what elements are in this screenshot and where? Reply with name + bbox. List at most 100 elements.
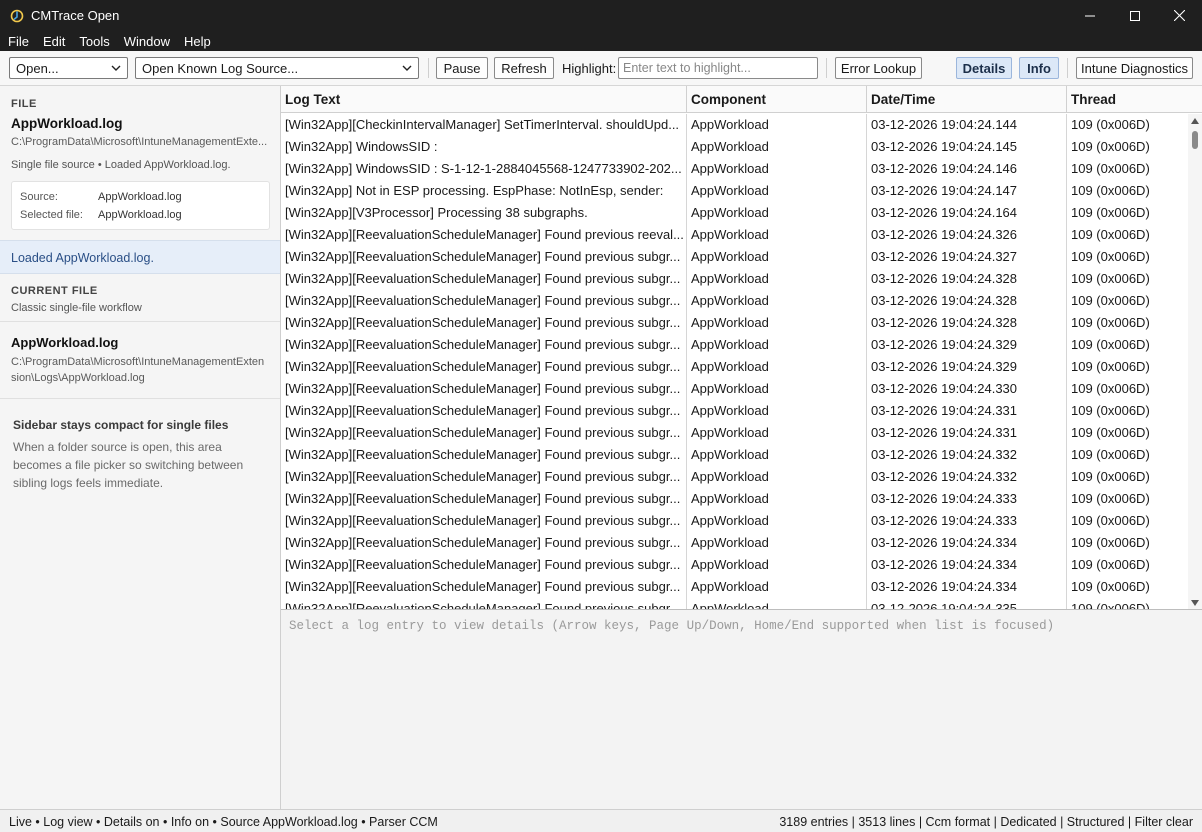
table-row[interactable]: [Win32App] Not in ESP processing. EspPha… xyxy=(281,180,1188,202)
close-icon xyxy=(1174,10,1185,21)
scroll-down-icon[interactable] xyxy=(1191,600,1199,606)
table-row[interactable]: [Win32App][ReevaluationScheduleManager] … xyxy=(281,466,1188,488)
table-row[interactable]: [Win32App][ReevaluationScheduleManager] … xyxy=(281,488,1188,510)
minimize-button[interactable] xyxy=(1067,0,1112,31)
sidebar: FILE AppWorkload.log C:\ProgramData\Micr… xyxy=(0,86,281,809)
datetime-cell: 03-12-2026 19:04:24.164 xyxy=(867,202,1067,224)
sidebar-tip-title: Sidebar stays compact for single files xyxy=(13,418,229,432)
datetime-cell: 03-12-2026 19:04:24.329 xyxy=(867,334,1067,356)
table-row[interactable]: [Win32App][ReevaluationScheduleManager] … xyxy=(281,598,1188,609)
component-cell: AppWorkload xyxy=(687,576,867,598)
datetime-cell: 03-12-2026 19:04:24.326 xyxy=(867,224,1067,246)
component-cell: AppWorkload xyxy=(687,488,867,510)
datetime-cell: 03-12-2026 19:04:24.328 xyxy=(867,312,1067,334)
current-file-path-line2: sion\Logs\AppWorkload.log xyxy=(11,372,145,384)
current-workflow-text: Classic single-file workflow xyxy=(11,302,142,314)
component-cell: AppWorkload xyxy=(687,312,867,334)
table-row[interactable]: [Win32App] WindowsSID : AppWorkload 03-12-… xyxy=(281,136,1188,158)
table-row[interactable]: [Win32App][ReevaluationScheduleManager] … xyxy=(281,224,1188,246)
table-row[interactable]: [Win32App][ReevaluationScheduleManager] … xyxy=(281,400,1188,422)
table-row[interactable]: [Win32App][ReevaluationScheduleManager] … xyxy=(281,334,1188,356)
refresh-button[interactable]: Refresh xyxy=(494,57,554,79)
table-row[interactable]: [Win32App][V3Processor] Processing 38 su… xyxy=(281,202,1188,224)
datetime-cell: 03-12-2026 19:04:24.334 xyxy=(867,554,1067,576)
component-cell: AppWorkload xyxy=(687,422,867,444)
table-row[interactable]: [Win32App][ReevaluationScheduleManager] … xyxy=(281,356,1188,378)
close-button[interactable] xyxy=(1157,0,1202,31)
column-header-log-text[interactable]: Log Text xyxy=(281,86,687,113)
table-row[interactable]: [Win32App][ReevaluationScheduleManager] … xyxy=(281,378,1188,400)
thread-cell: 109 (0x006D) xyxy=(1071,513,1150,528)
table-row[interactable]: [Win32App][ReevaluationScheduleManager] … xyxy=(281,510,1188,532)
component-cell: AppWorkload xyxy=(687,444,867,466)
intune-diagnostics-button[interactable]: Intune Diagnostics xyxy=(1076,57,1193,79)
maximize-button[interactable] xyxy=(1112,0,1157,31)
details-toggle-button[interactable]: Details xyxy=(956,57,1012,79)
highlight-input[interactable]: Enter text to highlight... xyxy=(618,57,818,79)
log-text-cell: [Win32App][CheckinIntervalManager] SetTi… xyxy=(281,114,687,136)
datetime-cell: 03-12-2026 19:04:24.334 xyxy=(867,576,1067,598)
current-file-item[interactable]: AppWorkload.log xyxy=(11,335,118,350)
vertical-scrollbar[interactable] xyxy=(1188,114,1202,609)
log-text-cell: [Win32App][ReevaluationScheduleManager] … xyxy=(281,246,687,268)
status-bar: Live • Log view • Details on • Info on •… xyxy=(0,809,1202,832)
pause-button[interactable]: Pause xyxy=(436,57,488,79)
source-summary: Single file source • Loaded AppWorkload.… xyxy=(11,159,231,171)
component-cell: AppWorkload xyxy=(687,356,867,378)
current-file-path-line1: C:\ProgramData\Microsoft\IntuneManagemen… xyxy=(11,356,265,368)
scrollbar-thumb[interactable] xyxy=(1192,131,1198,149)
datetime-cell: 03-12-2026 19:04:24.334 xyxy=(867,532,1067,554)
sidebar-tip-line: becomes a file picker so switching betwe… xyxy=(13,458,244,472)
table-row[interactable]: [Win32App][ReevaluationScheduleManager] … xyxy=(281,554,1188,576)
open-known-source-label: Open Known Log Source... xyxy=(142,60,299,76)
toolbar: Open... Open Known Log Source... Pause R… xyxy=(0,51,1202,86)
table-row[interactable]: [Win32App][ReevaluationScheduleManager] … xyxy=(281,246,1188,268)
selected-file-value: AppWorkload.log xyxy=(98,209,182,221)
table-row[interactable]: [Win32App][ReevaluationScheduleManager] … xyxy=(281,422,1188,444)
component-cell: AppWorkload xyxy=(687,224,867,246)
log-text-cell: [Win32App][ReevaluationScheduleManager] … xyxy=(281,400,687,422)
menu-edit[interactable]: Edit xyxy=(43,34,65,49)
toolbar-divider xyxy=(826,58,827,78)
log-text-cell: [Win32App] WindowsSID : xyxy=(281,136,687,158)
error-lookup-button[interactable]: Error Lookup xyxy=(835,57,922,79)
info-toggle-button[interactable]: Info xyxy=(1019,57,1059,79)
menu-tools[interactable]: Tools xyxy=(79,34,109,49)
menu-window[interactable]: Window xyxy=(124,34,170,49)
table-row[interactable]: [Win32App][CheckinIntervalManager] SetTi… xyxy=(281,114,1188,136)
toolbar-divider xyxy=(428,58,429,78)
table-row[interactable]: [Win32App][ReevaluationScheduleManager] … xyxy=(281,268,1188,290)
source-value: AppWorkload.log xyxy=(98,191,182,203)
thread-cell: 109 (0x006D) xyxy=(1071,535,1150,550)
column-header-thread[interactable]: Thread xyxy=(1067,86,1202,113)
selected-file-key: Selected file: xyxy=(20,209,83,221)
table-row[interactable]: [Win32App][ReevaluationScheduleManager] … xyxy=(281,576,1188,598)
table-row[interactable]: [Win32App] WindowsSID : S-1-12-1-2884045… xyxy=(281,158,1188,180)
component-cell: AppWorkload xyxy=(687,598,867,609)
datetime-cell: 03-12-2026 19:04:24.146 xyxy=(867,158,1067,180)
thread-cell: 109 (0x006D) xyxy=(1071,425,1150,440)
scroll-up-icon[interactable] xyxy=(1191,118,1199,124)
sidebar-divider xyxy=(0,321,280,322)
datetime-cell: 03-12-2026 19:04:24.332 xyxy=(867,466,1067,488)
component-cell: AppWorkload xyxy=(687,466,867,488)
details-pane[interactable]: Select a log entry to view details (Arro… xyxy=(281,611,1202,809)
table-row[interactable]: [Win32App][ReevaluationScheduleManager] … xyxy=(281,312,1188,334)
log-text-cell: [Win32App][ReevaluationScheduleManager] … xyxy=(281,312,687,334)
table-row[interactable]: [Win32App][ReevaluationScheduleManager] … xyxy=(281,532,1188,554)
source-info-card: Source: AppWorkload.log Selected file: A… xyxy=(11,181,270,230)
column-header-datetime[interactable]: Date/Time xyxy=(867,86,1067,113)
menu-help[interactable]: Help xyxy=(184,34,211,49)
thread-cell: 109 (0x006D) xyxy=(1071,161,1150,176)
menu-file[interactable]: File xyxy=(8,34,29,49)
details-placeholder: Select a log entry to view details (Arro… xyxy=(289,619,1055,633)
column-header-component[interactable]: Component xyxy=(687,86,867,113)
table-row[interactable]: [Win32App][ReevaluationScheduleManager] … xyxy=(281,444,1188,466)
datetime-cell: 03-12-2026 19:04:24.331 xyxy=(867,422,1067,444)
component-cell: AppWorkload xyxy=(687,268,867,290)
thread-cell: 109 (0x006D) xyxy=(1071,205,1150,220)
open-known-source-dropdown[interactable]: Open Known Log Source... xyxy=(135,57,419,79)
open-dropdown[interactable]: Open... xyxy=(9,57,128,79)
table-row[interactable]: [Win32App][ReevaluationScheduleManager] … xyxy=(281,290,1188,312)
datetime-cell: 03-12-2026 19:04:24.332 xyxy=(867,444,1067,466)
